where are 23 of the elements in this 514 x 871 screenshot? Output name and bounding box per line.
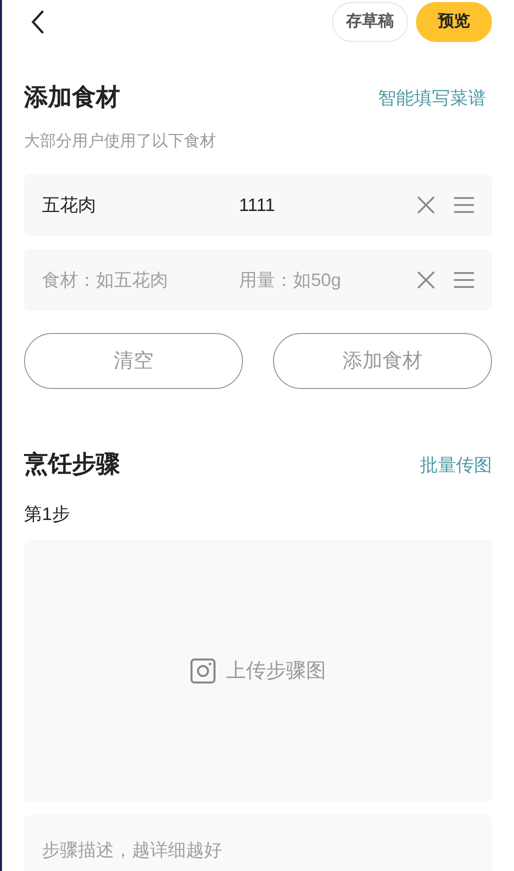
draft-button[interactable]: 存草稿	[332, 2, 408, 42]
ingredient-name-field[interactable]: 五花肉	[42, 192, 222, 218]
section-title: 烹饪步骤	[24, 450, 120, 480]
clear-button[interactable]: 清空	[24, 333, 243, 389]
step-label: 第1步	[24, 503, 72, 526]
section-title: 添加食材	[24, 83, 120, 113]
camera-icon	[190, 658, 216, 684]
drag-handle-icon[interactable]	[454, 196, 474, 214]
add-ingredient-button[interactable]: 添加食材	[273, 333, 492, 389]
preview-button[interactable]: 预览	[416, 2, 492, 42]
amount-field[interactable]: 用量：如50g	[239, 266, 409, 294]
close-icon[interactable]	[416, 195, 436, 215]
section-subtitle: 大部分用户使用了以下食材	[24, 132, 217, 152]
drag-handle-icon[interactable]	[454, 271, 474, 289]
close-icon[interactable]	[416, 270, 436, 290]
upload-area[interactable]: 上传步骤图	[24, 540, 492, 802]
amount-field[interactable]: 1111	[239, 192, 409, 218]
ingredient-name-field[interactable]: 食材：如五花肉	[42, 266, 222, 294]
upload-label: 上传步骤图	[226, 659, 326, 684]
step-description-field[interactable]: 步骤描述，越详细越好	[24, 815, 492, 871]
back-icon[interactable]	[30, 9, 46, 35]
smart-fill-link[interactable]: 智能填写菜谱	[378, 84, 486, 112]
batch-upload-link[interactable]: 批量传图	[420, 452, 492, 478]
